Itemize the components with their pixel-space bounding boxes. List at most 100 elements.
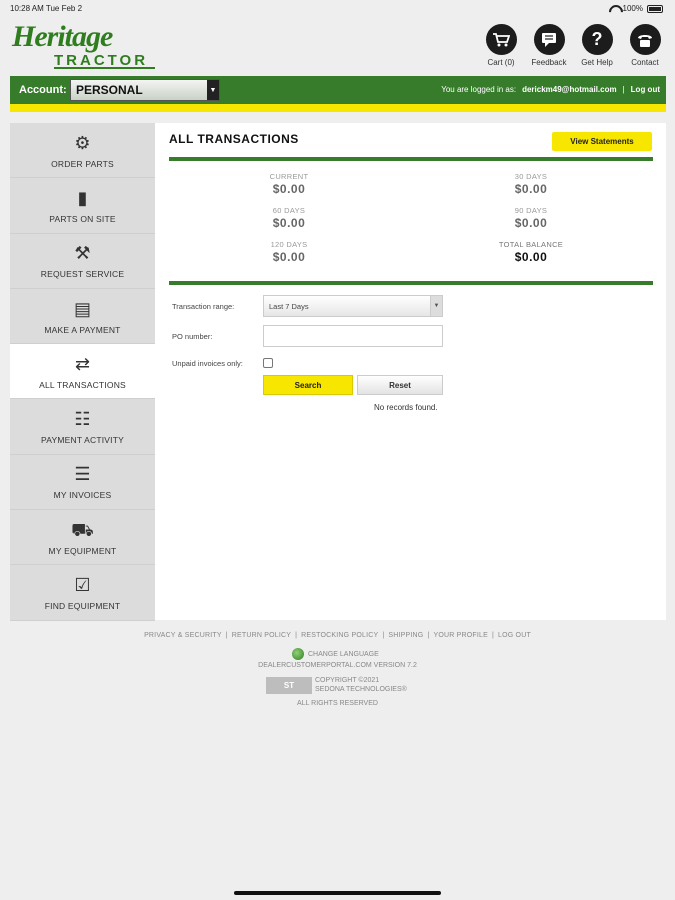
balance-summary: CURRENT $0.00 30 DAYS $0.00 60 DAYS $0.0… bbox=[169, 169, 653, 281]
account-select[interactable]: PERSONAL ▼ bbox=[70, 79, 220, 101]
balance-90-days: 90 DAYS $0.00 bbox=[471, 206, 591, 230]
status-time: 10:28 AM Tue Feb 2 bbox=[10, 4, 83, 13]
footer-link-shipping[interactable]: SHIPPING bbox=[388, 632, 423, 639]
sedona-logo: ST bbox=[266, 677, 312, 694]
sidebar-item-label: REQUEST SERVICE bbox=[40, 269, 125, 280]
gears-icon: ⚙ bbox=[74, 132, 91, 153]
heritage-tractor-logo[interactable]: Heritage TRACTOR bbox=[10, 20, 160, 72]
tractor-icon: ⛟ bbox=[71, 519, 94, 540]
sidebar-item-label: ORDER PARTS bbox=[51, 158, 114, 169]
battery-icon bbox=[647, 4, 663, 13]
sidebar-item-label: MAKE A PAYMENT bbox=[44, 324, 121, 335]
po-number-label: PO number: bbox=[172, 332, 213, 341]
balance-label: CURRENT bbox=[269, 172, 309, 181]
feedback-icon bbox=[533, 24, 565, 55]
balance-value: $0.00 bbox=[514, 182, 548, 196]
transaction-range-select[interactable]: Last 7 Days ▼ bbox=[263, 295, 443, 317]
login-info: You are logged in as: derickm49@hotmail.… bbox=[441, 85, 660, 94]
help-label: Get Help bbox=[581, 58, 613, 67]
account-bar: Account: PERSONAL ▼ You are logged in as… bbox=[10, 76, 666, 104]
logo-script-text: Heritage bbox=[12, 20, 113, 53]
copyright-line-1: COPYRIGHT ©2021 bbox=[315, 677, 380, 684]
transaction-range-label: Transaction range: bbox=[172, 302, 235, 311]
transaction-range-value: Last 7 Days bbox=[269, 302, 309, 311]
globe-icon bbox=[292, 648, 304, 660]
copyright-text: COPYRIGHT ©2021 SEDONA TECHNOLOGIES® bbox=[315, 677, 407, 694]
version-text: DEALERCUSTOMERPORTAL.COM VERSION 7.2 bbox=[258, 662, 417, 669]
logged-in-user: derickm49@hotmail.com bbox=[522, 85, 617, 94]
sidebar-item-label: FIND EQUIPMENT bbox=[44, 601, 121, 612]
reset-button[interactable]: Reset bbox=[357, 375, 443, 395]
logged-in-prefix: You are logged in as: bbox=[441, 85, 517, 94]
balance-total: TOTAL BALANCE $0.00 bbox=[471, 240, 591, 264]
view-statements-button[interactable]: View Statements bbox=[552, 132, 652, 151]
home-indicator[interactable] bbox=[234, 891, 441, 895]
all-rights-reserved: ALL RIGHTS RESERVED bbox=[297, 700, 378, 707]
sidebar-item-my-equipment[interactable]: ⛟ MY EQUIPMENT bbox=[10, 510, 155, 566]
balance-value: $0.00 bbox=[272, 250, 306, 264]
balance-label: 90 DAYS bbox=[514, 206, 548, 215]
cart-icon bbox=[485, 24, 517, 55]
sidebar-item-all-transactions[interactable]: ⇄ ALL TRANSACTIONS bbox=[10, 344, 155, 400]
search-button[interactable]: Search bbox=[263, 375, 353, 395]
sidebar-item-request-service[interactable]: ⚒ REQUEST SERVICE bbox=[10, 233, 155, 289]
status-right: 100% bbox=[609, 4, 663, 13]
balance-label: TOTAL BALANCE bbox=[498, 240, 564, 249]
feedback-button[interactable]: Feedback bbox=[531, 24, 567, 67]
sidebar-item-make-a-payment[interactable]: ▤ MAKE A PAYMENT bbox=[10, 288, 155, 345]
contact-icon bbox=[629, 24, 661, 55]
content-area: ALL TRANSACTIONS View Statements CURRENT… bbox=[155, 123, 666, 620]
sidebar-item-my-invoices[interactable]: ☰ MY INVOICES bbox=[10, 454, 155, 511]
green-divider-top bbox=[169, 157, 653, 161]
footer-link-return-policy[interactable]: RETURN POLICY bbox=[232, 632, 291, 639]
credit-card-icon: ▤ bbox=[73, 298, 91, 319]
green-divider-bottom bbox=[169, 281, 653, 285]
status-bar: 10:28 AM Tue Feb 2 100% bbox=[0, 0, 675, 16]
account-label: Account: bbox=[19, 84, 67, 96]
footer-link-log-out[interactable]: LOG OUT bbox=[498, 632, 531, 639]
balance-label: 120 DAYS bbox=[270, 240, 308, 249]
change-language-link[interactable]: CHANGE LANGUAGE bbox=[292, 648, 379, 660]
top-actions: Cart (0) Feedback ? Get Help Contact bbox=[483, 24, 663, 67]
account-select-value: PERSONAL bbox=[76, 83, 143, 97]
dropdown-arrow-icon: ▼ bbox=[207, 80, 219, 100]
footer-link-your-profile[interactable]: YOUR PROFILE bbox=[433, 632, 488, 639]
battery-percent: 100% bbox=[622, 4, 643, 13]
footer-link-restocking-policy[interactable]: RESTOCKING POLICY bbox=[301, 632, 378, 639]
sidebar-item-label: MY INVOICES bbox=[53, 490, 112, 501]
tools-icon: ⚒ bbox=[74, 243, 91, 264]
balance-label: 30 DAYS bbox=[514, 172, 548, 181]
copyright-line-2: SEDONA TECHNOLOGIES® bbox=[315, 685, 407, 693]
logout-link[interactable]: Log out bbox=[631, 85, 660, 94]
sidebar-item-label: PARTS ON SITE bbox=[49, 213, 116, 224]
unpaid-invoices-label: Unpaid invoices only: bbox=[172, 359, 243, 368]
sidebar-item-payment-activity[interactable]: ☷ PAYMENT ACTIVITY bbox=[10, 399, 155, 455]
sidebar-item-label: MY EQUIPMENT bbox=[48, 545, 117, 556]
cart-label: Cart (0) bbox=[487, 58, 515, 67]
help-icon: ? bbox=[581, 24, 613, 55]
cart-button[interactable]: Cart (0) bbox=[483, 24, 519, 67]
login-separator: | bbox=[622, 85, 625, 94]
contact-label: Contact bbox=[631, 58, 659, 67]
balance-value: $0.00 bbox=[514, 216, 548, 230]
change-language-label: CHANGE LANGUAGE bbox=[308, 650, 379, 658]
balance-30-days: 30 DAYS $0.00 bbox=[471, 172, 591, 196]
logo-underline bbox=[54, 67, 155, 69]
sidebar-item-label: PAYMENT ACTIVITY bbox=[40, 435, 125, 446]
po-number-input[interactable] bbox=[263, 325, 443, 347]
get-help-button[interactable]: ? Get Help bbox=[579, 24, 615, 67]
wifi-icon bbox=[609, 5, 619, 13]
unpaid-invoices-checkbox[interactable] bbox=[263, 358, 273, 368]
transactions-icon: ⇄ bbox=[74, 353, 91, 374]
sidebar-item-order-parts[interactable]: ⚙ ORDER PARTS bbox=[10, 123, 155, 179]
page-title: ALL TRANSACTIONS bbox=[169, 132, 299, 146]
no-records-message: No records found. bbox=[374, 403, 438, 412]
footer-link-privacy[interactable]: PRIVACY & SECURITY bbox=[144, 632, 222, 639]
payment-activity-icon: ☷ bbox=[74, 409, 91, 430]
balance-value: $0.00 bbox=[272, 182, 306, 196]
sidebar-item-parts-on-site[interactable]: ▮ PARTS ON SITE bbox=[10, 178, 155, 234]
contact-button[interactable]: Contact bbox=[627, 24, 663, 67]
dropdown-arrow-icon: ▼ bbox=[430, 296, 442, 316]
sidebar-item-find-equipment[interactable]: ☑ FIND EQUIPMENT bbox=[10, 565, 155, 621]
checkbox-icon: ☑ bbox=[74, 575, 91, 596]
